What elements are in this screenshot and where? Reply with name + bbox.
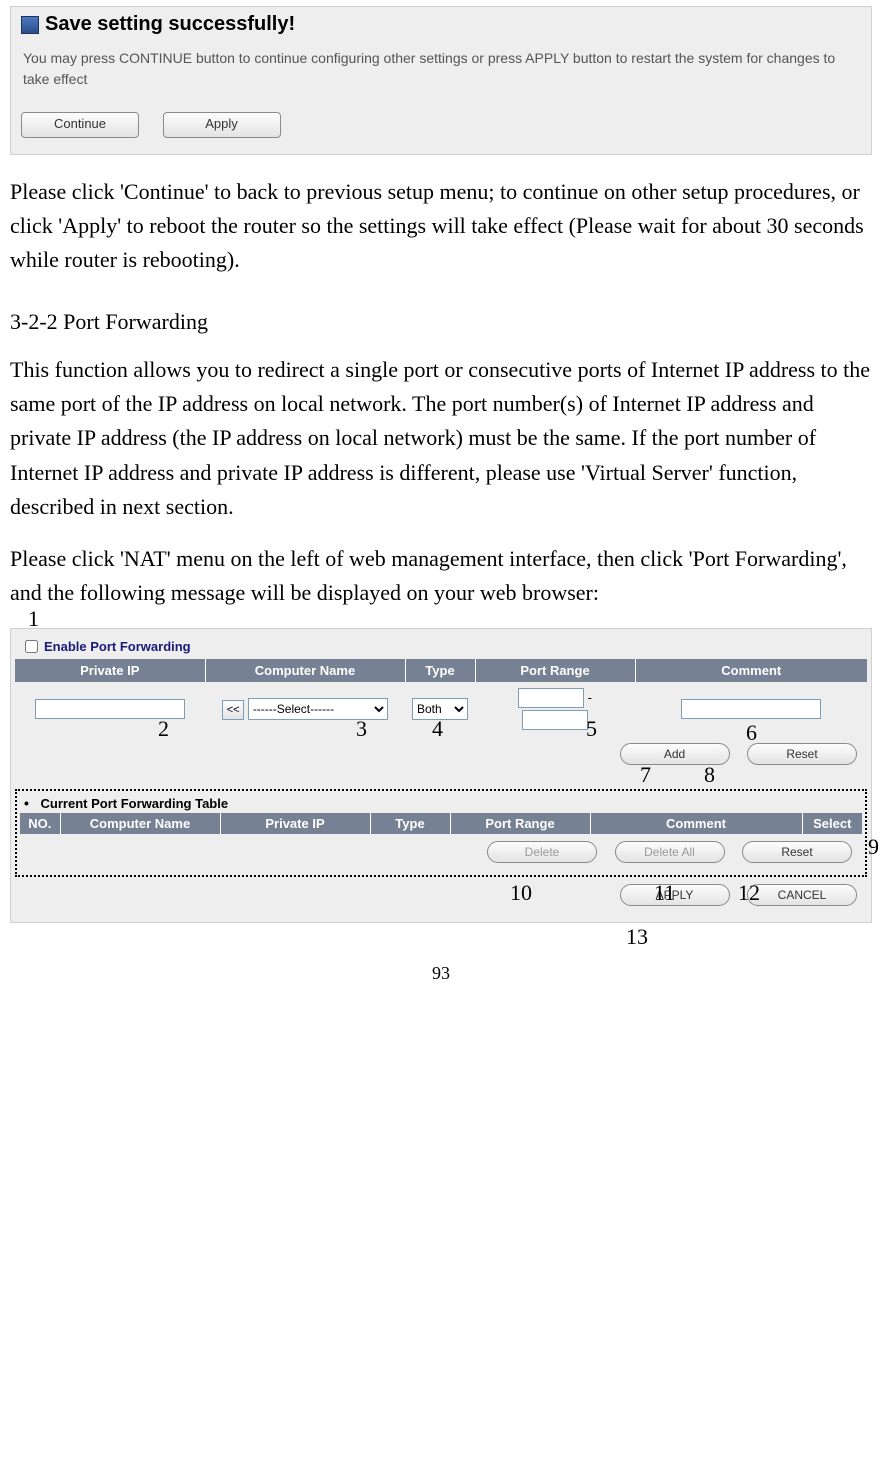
continue-button[interactable]: Continue [21,112,139,138]
enable-port-forwarding-label: Enable Port Forwarding [44,639,191,654]
save-settings-message: You may press CONTINUE button to continu… [11,38,871,108]
dth-no: NO. [20,813,60,834]
page-number: 93 [10,963,872,984]
current-port-forwarding-table: NO. Computer Name Private IP Type Port R… [20,813,862,834]
callout-7: 7 [640,762,651,788]
dth-computer-name: Computer Name [60,813,220,834]
th-type: Type [405,659,475,682]
save-settings-title-row: Save setting successfully! [11,7,871,38]
save-settings-title: Save setting successfully! [45,13,295,36]
dth-port-range: Port Range [450,813,590,834]
delete-buttons-row: Delete Delete All Reset [20,834,862,871]
th-port-range: Port Range [475,659,635,682]
comment-input[interactable] [681,699,821,719]
port-forwarding-figure: 1 Enable Port Forwarding Private IP Comp… [10,628,872,923]
cancel-button[interactable]: CANCEL [747,884,857,906]
port-range-to-input[interactable] [522,710,588,730]
apply-button[interactable]: Apply [163,112,281,138]
port-forwarding-panel: Enable Port Forwarding Private IP Comput… [10,628,872,923]
callout-4: 4 [432,716,443,742]
callout-9: 9 [868,834,879,860]
callout-8: 8 [704,762,715,788]
delete-all-button[interactable]: Delete All [615,841,725,863]
dth-comment: Comment [590,813,802,834]
callout-5: 5 [586,716,597,742]
port-range-dash: - [588,690,592,705]
select-transfer-button[interactable]: << [222,700,244,720]
bullet-icon: • [24,795,29,811]
section-heading: 3-2-2 Port Forwarding [10,309,872,335]
current-port-forwarding-title: Current Port Forwarding Table [41,796,229,811]
dth-private-ip: Private IP [220,813,370,834]
callout-3: 3 [356,716,367,742]
dth-select: Select [802,813,862,834]
callout-13: 13 [626,924,648,950]
body-paragraph-1: Please click 'Continue' to back to previ… [10,175,872,277]
enable-port-forwarding-row: Enable Port Forwarding [15,633,867,659]
callout-2: 2 [158,716,169,742]
callout-1: 1 [28,606,39,632]
body-paragraph-2: This function allows you to redirect a s… [10,353,872,523]
disk-icon [21,16,39,34]
save-settings-panel: Save setting successfully! You may press… [10,6,872,155]
th-private-ip: Private IP [15,659,205,682]
port-range-from-input[interactable] [518,688,584,708]
current-port-forwarding-title-row: • Current Port Forwarding Table [20,793,862,813]
callout-11: 11 [654,880,675,906]
callout-6: 6 [746,720,757,746]
th-computer-name: Computer Name [205,659,405,682]
delete-button[interactable]: Delete [487,841,597,863]
body-paragraph-3: Please click 'NAT' menu on the left of w… [10,542,872,610]
th-comment: Comment [635,659,867,682]
callout-12: 12 [738,880,760,906]
callout-10: 10 [510,880,532,906]
current-port-forwarding-group: • Current Port Forwarding Table NO. Comp… [15,789,867,877]
reset-button[interactable]: Reset [747,743,857,765]
reset-button-2[interactable]: Reset [742,841,852,863]
dth-type: Type [370,813,450,834]
enable-port-forwarding-checkbox[interactable] [25,640,38,653]
